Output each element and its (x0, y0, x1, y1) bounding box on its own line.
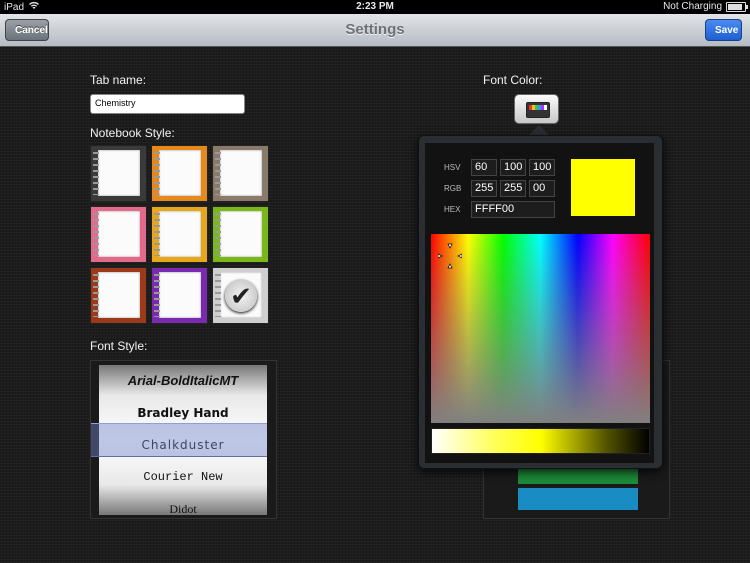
notebook-page (98, 211, 140, 257)
notebook-style-option[interactable] (90, 145, 147, 202)
font-option[interactable]: Arial-BoldItalicMT (99, 366, 267, 396)
spiral-rings-icon (215, 274, 221, 317)
checkmark-icon: ✔ (225, 280, 257, 312)
font-color-label: Font Color: (483, 73, 543, 87)
clock: 2:23 PM (356, 1, 394, 12)
spiral-rings-icon (93, 274, 99, 317)
rgb-label: RGB (444, 184, 462, 193)
color-option-blue[interactable] (518, 488, 638, 510)
notebook-style-option[interactable] (212, 206, 269, 263)
brightness-slider-thumb[interactable] (530, 424, 538, 458)
save-button[interactable]: Save (705, 19, 742, 41)
notebook-page (98, 150, 140, 196)
spiral-rings-icon (93, 213, 99, 256)
notebook-style-option[interactable] (90, 206, 147, 263)
green-field[interactable]: 255 (500, 180, 526, 197)
saturation-field[interactable]: 100 (500, 159, 526, 176)
blue-field[interactable]: 00 (529, 180, 555, 197)
notebook-style-option[interactable] (212, 145, 269, 202)
spectrum-crosshair-icon[interactable] (437, 242, 463, 270)
tab-name-label: Tab name: (90, 73, 147, 87)
font-option[interactable]: Didot (99, 494, 267, 518)
hex-field[interactable]: FFFF00 (471, 201, 555, 218)
notebook-page (98, 272, 140, 318)
notebook-page (220, 150, 262, 196)
battery-icon (726, 1, 748, 12)
brightness-slider[interactable] (431, 428, 650, 454)
spiral-rings-icon (215, 152, 221, 195)
charging-status: Not Charging (663, 1, 722, 12)
spiral-rings-icon (215, 213, 221, 256)
spiral-rings-icon (154, 274, 160, 317)
notebook-style-grid: ✔ (90, 145, 270, 325)
font-style-label: Font Style: (90, 339, 148, 353)
hue-saturation-spectrum[interactable] (431, 234, 650, 423)
navigation-bar: Cancel Settings Save (0, 14, 750, 47)
hsv-label: HSV (444, 163, 461, 172)
font-option[interactable]: Courier New (99, 462, 267, 492)
spiral-rings-icon (154, 213, 160, 256)
red-field[interactable]: 255 (471, 180, 497, 197)
font-color-button[interactable] (514, 94, 559, 124)
tab-name-input[interactable]: Chemistry (90, 94, 245, 114)
page-title: Settings (345, 21, 405, 38)
notebook-style-option[interactable] (90, 267, 147, 324)
notebook-style-option[interactable] (151, 145, 208, 202)
value-field[interactable]: 100 (529, 159, 555, 176)
notebook-style-option[interactable]: ✔ (212, 267, 269, 324)
notebook-page (159, 211, 201, 257)
spiral-rings-icon (93, 152, 99, 195)
hue-field[interactable]: 60 (471, 159, 497, 176)
font-picker-selection-bar (91, 423, 267, 457)
notebook-style-option[interactable] (151, 206, 208, 263)
spiral-rings-icon (154, 152, 160, 195)
notebook-style-option[interactable] (151, 267, 208, 324)
palette-icon (526, 102, 550, 118)
notebook-page (159, 272, 201, 318)
notebook-page (220, 211, 262, 257)
font-style-picker[interactable]: Arial-BoldItalicMT Bradley Hand Chalkdus… (90, 360, 277, 519)
notebook-style-label: Notebook Style: (90, 126, 175, 140)
status-bar: iPad 2:23 PM Not Charging (0, 0, 750, 14)
notebook-page (159, 150, 201, 196)
current-color-swatch (571, 159, 635, 216)
popover-arrow (529, 125, 549, 135)
hex-label: HEX (444, 205, 461, 214)
